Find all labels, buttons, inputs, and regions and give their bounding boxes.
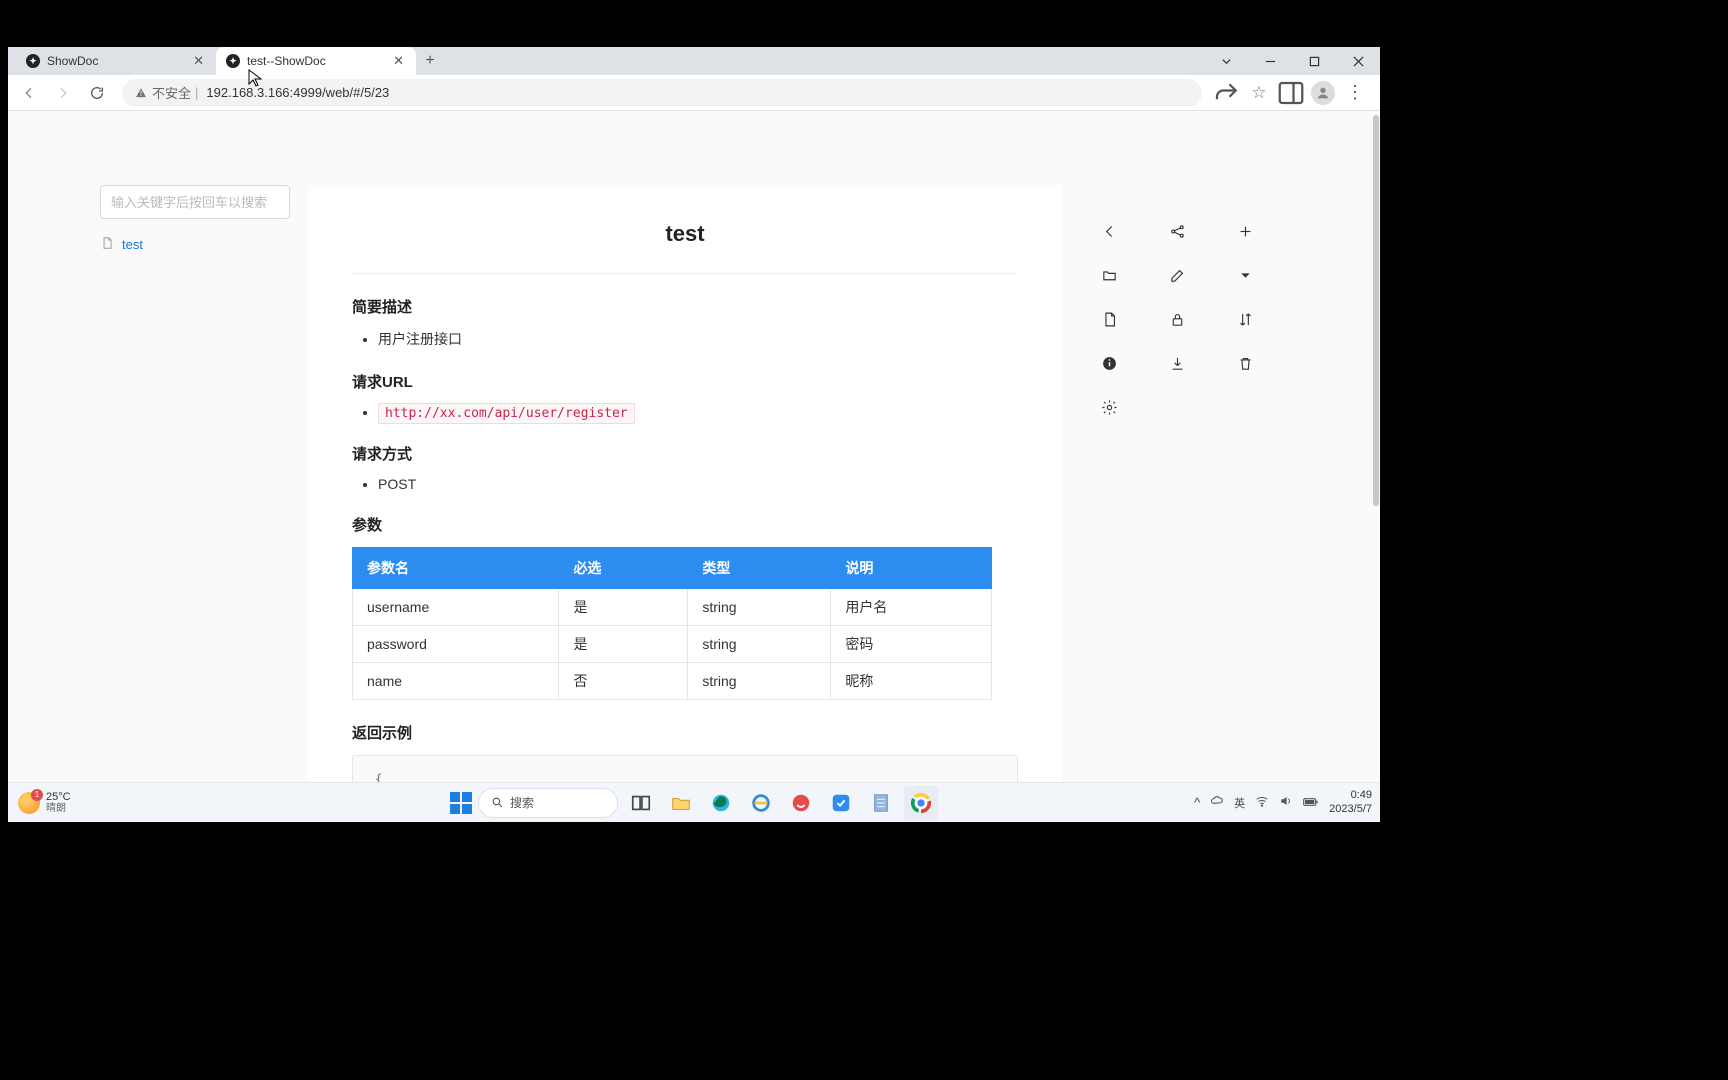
weather-desc: 晴朗: [46, 803, 71, 814]
share-icon[interactable]: [1149, 209, 1205, 253]
browser-tab-strip: ✦ ShowDoc ✕ ✦ test--ShowDoc ✕ +: [8, 47, 1380, 75]
share-page-button[interactable]: [1212, 78, 1242, 108]
params-table: 参数名 必选 类型 说明 username 是 string 用户名: [352, 547, 992, 700]
browser-menu-button[interactable]: ⋮: [1340, 78, 1370, 108]
table-header: 参数名: [353, 548, 559, 589]
taskbar-search[interactable]: 搜索: [478, 788, 618, 818]
edit-icon[interactable]: [1149, 253, 1205, 297]
tree-item-label: test: [122, 237, 143, 252]
url-text: 192.168.3.166:4999/web/#/5/23: [206, 85, 389, 100]
download-icon[interactable]: [1149, 341, 1205, 385]
volume-icon[interactable]: [1279, 794, 1293, 811]
weather-icon: 1: [18, 792, 40, 814]
edge-icon[interactable]: [704, 786, 738, 820]
info-icon[interactable]: [1081, 341, 1137, 385]
browser-toolbar: 不安全 | 192.168.3.166:4999/web/#/5/23 ☆ ⋮: [8, 75, 1380, 111]
onedrive-icon[interactable]: [1210, 794, 1224, 811]
clock[interactable]: 0:49 2023/5/7: [1329, 789, 1372, 815]
tab-title: test--ShowDoc: [247, 54, 384, 68]
nav-reload-button[interactable]: [82, 78, 112, 108]
nav-forward-button[interactable]: [48, 78, 78, 108]
section-heading-url: 请求URL: [352, 371, 1018, 392]
battery-icon[interactable]: [1303, 795, 1319, 810]
system-tray: ^ 英 0:49 2023/5/7: [1194, 789, 1372, 815]
weather-widget[interactable]: 1 25°C 晴朗: [8, 791, 71, 814]
address-bar[interactable]: 不安全 | 192.168.3.166:4999/web/#/5/23: [122, 79, 1202, 107]
nav-back-button[interactable]: [14, 78, 44, 108]
browser-tab[interactable]: ✦ ShowDoc ✕: [16, 47, 216, 75]
browser-tab[interactable]: ✦ test--ShowDoc ✕: [216, 47, 416, 75]
search-input[interactable]: [100, 185, 290, 219]
doc-tree-item[interactable]: test: [100, 233, 296, 256]
window-minimize-button[interactable]: [1248, 47, 1292, 75]
tab-search-button[interactable]: [1204, 47, 1248, 75]
side-panel-button[interactable]: [1276, 78, 1306, 108]
file-explorer-icon[interactable]: [664, 786, 698, 820]
window-close-button[interactable]: [1336, 47, 1380, 75]
clock-time: 0:49: [1329, 789, 1372, 802]
wifi-icon[interactable]: [1255, 794, 1269, 811]
section-heading-method: 请求方式: [352, 443, 1018, 464]
lock-icon[interactable]: [1149, 297, 1205, 341]
table-row: password 是 string 密码: [353, 626, 992, 663]
app-icon-blue[interactable]: [824, 786, 858, 820]
ime-indicator[interactable]: 英: [1234, 795, 1245, 811]
search-label: 搜索: [510, 794, 534, 811]
delete-icon[interactable]: [1217, 341, 1273, 385]
clock-date: 2023/5/7: [1329, 803, 1372, 816]
request-url: http://xx.com/api/user/register: [378, 403, 635, 424]
tab-title: ShowDoc: [47, 54, 184, 68]
section-heading-example: 返回示例: [352, 722, 1018, 743]
notification-badge: 1: [31, 789, 43, 801]
page-icon[interactable]: [1081, 297, 1137, 341]
doc-sidebar: test: [8, 185, 308, 822]
page-viewport: test test 简要描述 用户注册接口 请求URL http://xx.co…: [8, 111, 1380, 822]
table-row: name 否 string 昵称: [353, 663, 992, 700]
back-icon[interactable]: [1081, 209, 1137, 253]
sort-icon[interactable]: [1217, 297, 1273, 341]
ie-icon[interactable]: [744, 786, 778, 820]
weather-temp: 25°C: [46, 791, 71, 803]
doc-tree: test: [100, 233, 296, 256]
taskview-icon[interactable]: [624, 786, 658, 820]
chrome-icon[interactable]: [904, 786, 938, 820]
scrollbar-thumb[interactable]: [1373, 115, 1379, 506]
doc-action-toolbar: [1081, 209, 1273, 429]
table-header: 说明: [831, 548, 992, 589]
section-heading-brief: 简要描述: [352, 296, 1018, 317]
tab-favicon: ✦: [26, 54, 40, 68]
window-maximize-button[interactable]: [1292, 47, 1336, 75]
doc-content: test 简要描述 用户注册接口 请求URL http://xx.com/api…: [308, 185, 1062, 822]
add-icon[interactable]: [1217, 209, 1273, 253]
table-header: 类型: [688, 548, 831, 589]
folder-icon[interactable]: [1081, 253, 1137, 297]
bookmark-button[interactable]: ☆: [1244, 78, 1274, 108]
windows-taskbar: 1 25°C 晴朗 搜索: [8, 782, 1380, 822]
security-label: 不安全: [152, 83, 191, 102]
avatar-icon: [1311, 81, 1335, 105]
app-icon-red[interactable]: [784, 786, 818, 820]
security-warning-icon: 不安全 |: [134, 83, 198, 102]
dropdown-icon[interactable]: [1217, 253, 1273, 297]
close-icon[interactable]: ✕: [391, 53, 406, 69]
section-heading-params: 参数: [352, 514, 1018, 535]
close-icon[interactable]: ✕: [191, 53, 206, 69]
tab-favicon: ✦: [226, 54, 240, 68]
brief-item: 用户注册接口: [378, 329, 1018, 349]
table-header: 必选: [559, 548, 688, 589]
start-button[interactable]: [450, 792, 472, 814]
tray-chevron-icon[interactable]: ^: [1194, 795, 1200, 810]
table-row: username 是 string 用户名: [353, 589, 992, 626]
new-tab-button[interactable]: +: [416, 47, 444, 75]
file-icon: [100, 236, 114, 253]
profile-button[interactable]: [1308, 78, 1338, 108]
method-item: POST: [378, 476, 1018, 492]
notepad-icon[interactable]: [864, 786, 898, 820]
settings-icon[interactable]: [1081, 385, 1137, 429]
doc-title: test: [352, 221, 1018, 274]
